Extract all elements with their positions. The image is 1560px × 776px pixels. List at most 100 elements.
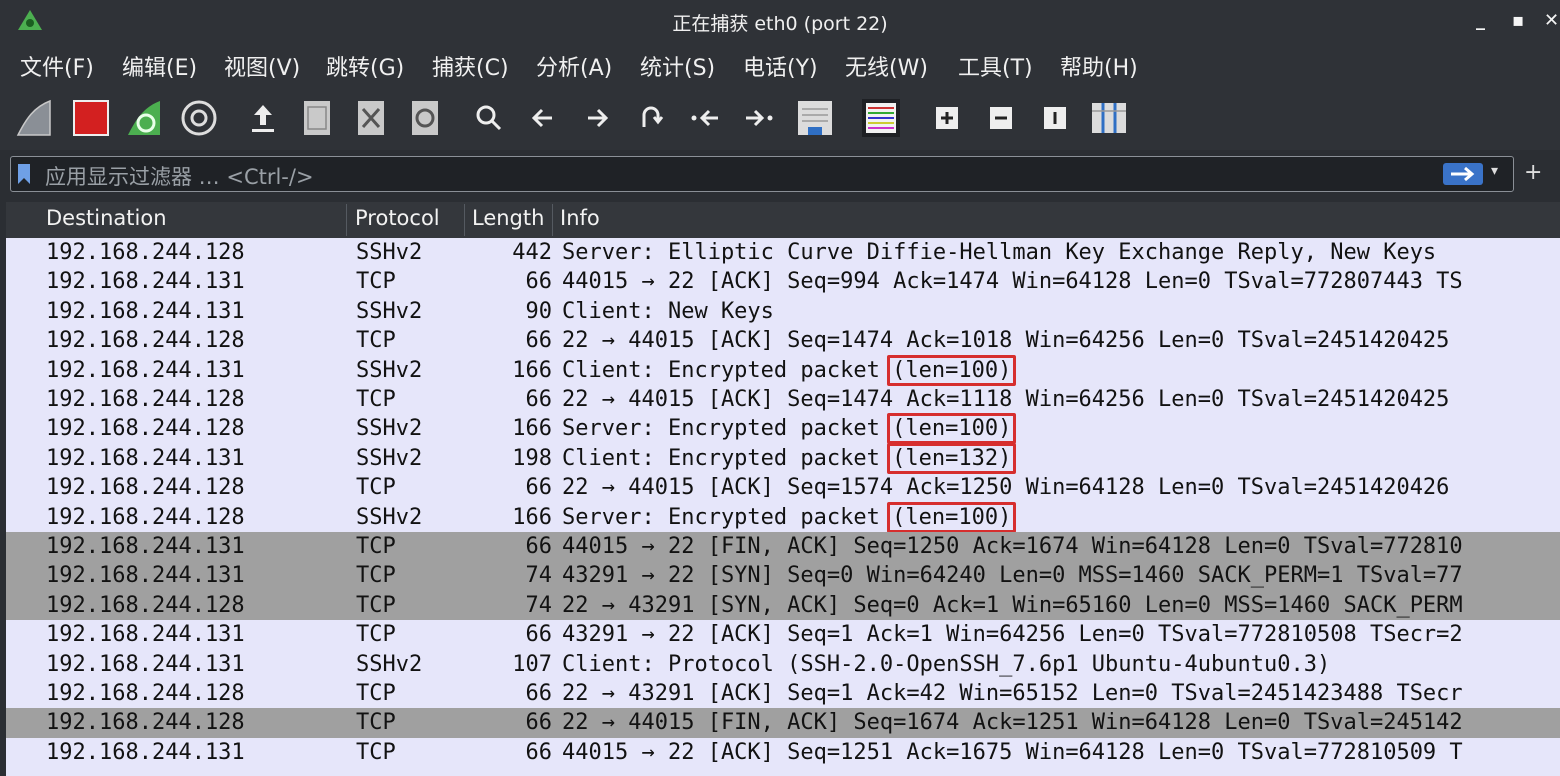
packet-length: 66 [525,622,553,648]
packet-info-text: 44015 → 22 [FIN, ACK] Seq=1250 Ack=1674 … [562,534,1463,559]
restart-capture-icon[interactable] [122,95,168,141]
packet-row[interactable]: 192.168.244.128 TCP 66 22 → 44015 [ACK] Seq… [6,385,1560,414]
go-to-packet-icon[interactable] [628,95,674,141]
packet-length: 74 [525,563,553,589]
packet-length: 66 [525,681,553,706]
menu-telephony[interactable]: 电话(Y) [743,50,818,82]
colorize-icon[interactable] [858,95,904,141]
packet-row[interactable]: 192.168.244.128 TCP 74 22 → 43291 [SYN, ACK… [6,590,1560,621]
packet-info-text: Client: Protocol (SSH-2.0-OpenSSH_7.6p1 … [562,651,1331,677]
packet-length: 66 [525,328,553,354]
packet-info: 43291 → 22 [ACK] Seq=1 Ack=1 Win=64256 L… [562,620,1463,649]
shark-fin-icon[interactable] [12,95,58,141]
packet-row[interactable]: 192.168.244.128 TCP 66 22 → 43291 [ACK] Seq… [6,679,1560,708]
menu-capture[interactable]: 捕获(C) [432,50,509,82]
packet-protocol: TCP [356,534,396,559]
packet-info: Server: Elliptic Curve Diffie-Hellman Ke… [562,238,1436,267]
packet-info-text: Client: New Keys [562,298,774,324]
packet-row[interactable]: 192.168.244.131 SSHv2 166 Client: Encrypted… [6,354,1560,386]
packet-info: Client: Encrypted packet (len=100) [562,354,1017,386]
capture-options-icon[interactable] [176,95,222,141]
packet-info: 22 → 43291 [SYN, ACK] Seq=0 Ack=1 Win=65… [562,591,1463,620]
packet-protocol: TCP [356,622,396,648]
packet-destination: 192.168.244.131 [46,739,245,765]
apply-filter-button[interactable] [1443,163,1483,185]
packet-row[interactable]: 192.168.244.128 TCP 66 22 → 44015 [ACK] Seq… [6,473,1560,502]
packet-destination: 192.168.244.128 [46,240,245,265]
menu-tools[interactable]: 工具(T) [958,50,1033,82]
packet-row[interactable]: 192.168.244.128 SSHv2 166 Server: Encrypted… [6,501,1560,533]
add-filter-button[interactable]: + [1524,160,1542,185]
packet-row[interactable]: 192.168.244.131 TCP 74 43291 → 22 [SYN] Seq… [6,561,1560,591]
packet-length: 66 [525,475,553,501]
zoom-out-icon[interactable] [978,95,1024,141]
window-title: 正在捕获 eth0 (port 22) [672,13,888,35]
packet-info-text: 22 → 44015 [ACK] Seq=1474 Ack=1018 Win=6… [562,328,1450,354]
go-first-packet-icon[interactable] [682,95,728,141]
packet-row[interactable]: 192.168.244.128 TCP 66 22 → 44015 [ACK] Seq… [6,326,1560,355]
packet-destination: 192.168.244.128 [46,504,245,530]
column-length[interactable]: Length [472,206,544,230]
packet-info: 44015 → 22 [ACK] Seq=1251 Ack=1675 Win=6… [562,738,1463,767]
packet-row[interactable]: 192.168.244.128 SSHv2 442 Server: Elliptic … [6,238,1560,267]
packet-protocol: TCP [356,387,396,412]
stop-capture-icon[interactable] [68,95,114,141]
find-packet-icon[interactable] [466,95,512,141]
packet-info: 22 → 44015 [ACK] Seq=1474 Ack=1018 Win=6… [562,326,1449,355]
bookmark-icon[interactable] [17,163,31,185]
packet-row[interactable]: 192.168.244.131 TCP 66 43291 → 22 [ACK] Seq… [6,620,1560,649]
packet-row[interactable]: 192.168.244.131 TCP 66 44015 → 22 [ACK] Seq… [6,267,1560,296]
packet-row[interactable]: 192.168.244.131 TCP 66 44015 → 22 [ACK] Seq… [6,738,1560,767]
packet-info-text: Server: Encrypted packet [562,504,894,530]
go-forward-icon[interactable] [574,95,620,141]
packet-info-text: 22 → 43291 [SYN, ACK] Seq=0 Ack=1 Win=65… [562,592,1463,618]
normal-size-icon[interactable] [1032,95,1078,141]
menu-view[interactable]: 视图(V) [224,50,300,82]
packet-row[interactable]: 192.168.244.131 TCP 66 44015 → 22 [FIN, ACK… [6,532,1560,562]
resize-columns-icon[interactable] [1086,95,1132,141]
menu-edit[interactable]: 编辑(E) [122,50,197,82]
packet-info: 44015 → 22 [FIN, ACK] Seq=1250 Ack=1674 … [562,532,1463,561]
packet-info-text: Client: Encrypted packet [562,357,894,383]
packet-destination: 192.168.244.131 [46,651,245,677]
reload-file-icon[interactable] [402,95,448,141]
menu-go[interactable]: 跳转(G) [326,50,404,82]
menu-file[interactable]: 文件(F) [20,50,94,82]
highlighted-length-annotation: (len=132) [887,442,1017,474]
packet-row[interactable]: 192.168.244.131 SSHv2 107 Client: Protocol … [6,650,1560,679]
menu-help[interactable]: 帮助(H) [1060,50,1138,82]
go-back-icon[interactable] [520,95,566,141]
go-last-packet-icon[interactable] [736,95,782,141]
menu-analyze[interactable]: 分析(A) [536,50,612,82]
close-file-icon[interactable] [348,95,394,141]
zoom-in-icon[interactable] [924,95,970,141]
packet-destination: 192.168.244.128 [46,592,245,618]
menu-wireless[interactable]: 无线(W) [845,50,928,82]
packet-protocol: TCP [356,681,396,706]
packet-protocol: TCP [356,592,396,618]
open-file-icon[interactable] [240,95,286,141]
column-protocol[interactable]: Protocol [355,206,440,230]
close-button[interactable]: ✕ [1544,10,1559,31]
packet-info-text: 44015 → 22 [ACK] Seq=1251 Ack=1675 Win=6… [562,739,1463,765]
minimize-button[interactable]: _ [1476,10,1485,31]
packet-length: 107 [512,651,552,677]
packet-destination: 192.168.244.131 [46,298,245,324]
packet-length: 166 [512,504,552,530]
packet-length: 66 [525,739,553,765]
packet-row[interactable]: 192.168.244.128 TCP 66 22 → 44015 [FIN, ACK… [6,708,1560,738]
packet-protocol: TCP [356,475,396,501]
packet-row[interactable]: 192.168.244.131 SSHv2 90 Client: New Keys [6,297,1560,326]
save-file-icon[interactable] [294,95,340,141]
menu-statistics[interactable]: 统计(S) [640,50,715,82]
maximize-button[interactable]: ▪ [1512,10,1524,31]
packet-row[interactable]: 192.168.244.131 SSHv2 198 Client: Encrypted… [6,442,1560,474]
auto-scroll-icon[interactable] [792,95,838,141]
column-destination[interactable]: Destination [46,206,167,230]
packet-info-text: Client: Encrypted packet [562,445,894,471]
packet-row[interactable]: 192.168.244.128 SSHv2 166 Server: Encrypted… [6,413,1560,445]
column-info[interactable]: Info [560,206,600,230]
packet-info-text: Server: Encrypted packet [562,416,894,442]
filter-dropdown-icon[interactable]: ▾ [1491,163,1498,179]
display-filter-input[interactable]: 应用显示过滤器 … <Ctrl-/> [45,161,314,191]
